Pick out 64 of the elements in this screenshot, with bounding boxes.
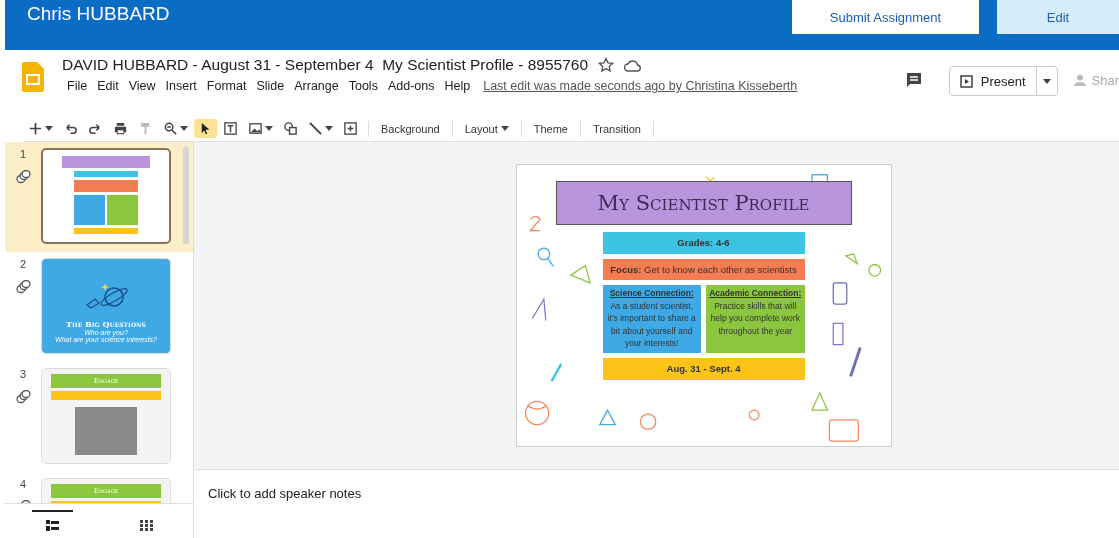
- coins-icon: [15, 390, 31, 404]
- photo-placeholder: [75, 407, 137, 455]
- play-icon: [959, 74, 973, 88]
- menu-item[interactable]: Tools: [343, 79, 383, 93]
- connection-text: As a student scientist, it's important to share a bit about yourself and your interests!: [606, 299, 697, 350]
- caret-icon: [265, 126, 273, 131]
- menu-item[interactable]: Format: [201, 79, 252, 93]
- star-icon[interactable]: [598, 57, 615, 73]
- toolbar-button[interactable]: Background: [375, 120, 446, 137]
- coins-icon: [15, 280, 31, 294]
- user-name: Chris HUBBARD: [27, 3, 171, 25]
- slide-title: My Scientist Profile: [555, 181, 852, 225]
- grades-label: Grades: 4-6: [602, 232, 805, 254]
- caret-icon: [500, 126, 509, 131]
- caret-icon: [180, 126, 188, 131]
- menu-item[interactable]: Help: [439, 79, 476, 93]
- caret-icon: [45, 126, 53, 131]
- slide-thumbnail[interactable]: [41, 148, 171, 244]
- slide-number: 4: [19, 478, 27, 490]
- connection-heading: Academic Connection:: [709, 287, 802, 300]
- plus-icon: [28, 121, 43, 136]
- menu-item[interactable]: Slide: [251, 79, 290, 93]
- last-edit-link[interactable]: Last edit was made seconds ago by Christina Kisseberth: [483, 79, 798, 93]
- cursor-tool[interactable]: [194, 119, 217, 138]
- connection-heading: Science Connection:: [608, 287, 695, 300]
- text-box-icon: [223, 121, 238, 136]
- date-range: Aug. 31 - Sept. 4: [602, 358, 805, 380]
- submit-button[interactable]: Submit Assignment: [792, 0, 979, 34]
- menu-item[interactable]: Arrange: [289, 79, 344, 93]
- cloud-icon[interactable]: [624, 58, 642, 72]
- print-icon: [113, 121, 128, 136]
- image-icon: [248, 121, 263, 136]
- menu-item[interactable]: Edit: [92, 79, 124, 93]
- slide-number: 2: [19, 258, 27, 270]
- comment-icon[interactable]: [904, 71, 923, 89]
- toolbar-button[interactable]: Transition: [587, 120, 647, 137]
- slide-row[interactable]: 1: [5, 142, 193, 252]
- slide-number: 1: [19, 148, 27, 160]
- caret-icon: [1042, 78, 1051, 84]
- toolbar-button[interactable]: Layout: [458, 120, 515, 137]
- slides-logo-icon: [22, 62, 44, 92]
- coins-icon: [15, 170, 31, 184]
- scrollbar[interactable]: [183, 146, 189, 244]
- person-icon: [1073, 74, 1088, 86]
- shape-icon: [283, 121, 298, 136]
- menu-item[interactable]: Insert: [160, 79, 202, 93]
- focus-text: Focus: Get to know each other as scientists: [602, 259, 805, 280]
- menu-item[interactable]: View: [123, 79, 161, 93]
- line-icon: [308, 121, 323, 136]
- slide-number: 3: [19, 368, 27, 380]
- connection-text: Practice skills that will help you complete work throughout the year: [709, 299, 801, 337]
- present-button[interactable]: Present: [948, 66, 1058, 96]
- zoom-icon: [163, 121, 178, 136]
- edit-button[interactable]: Edit: [997, 0, 1119, 34]
- toolbar-button[interactable]: Theme: [527, 120, 574, 137]
- grid-icon: [139, 519, 153, 531]
- menu-item[interactable]: File: [62, 79, 93, 93]
- caret-icon: [325, 126, 333, 131]
- filmstrip-icon: [45, 519, 59, 531]
- speaker-notes-field[interactable]: Click to add speaker notes: [194, 469, 1119, 538]
- add-comment-icon: [343, 121, 358, 136]
- document-title[interactable]: DAVID HUBBARD - August 31 - September 4 My Scientist Profile - 8955760: [62, 56, 589, 74]
- menu-item[interactable]: Add-ons: [382, 79, 440, 93]
- slide-title: The Big Questions: [66, 319, 146, 329]
